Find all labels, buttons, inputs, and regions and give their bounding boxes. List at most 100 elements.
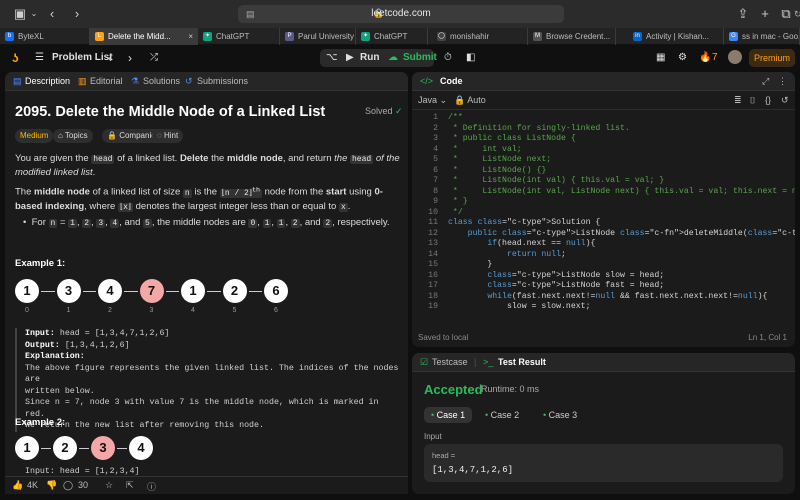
hint-label: Hint xyxy=(164,131,179,140)
tab-overview-icon[interactable]: ⧉ xyxy=(780,6,792,22)
example-1-title: Example 1: xyxy=(15,258,66,269)
list-arrow xyxy=(41,291,55,292)
code-panel-header: </> Code ⤢ ⋮ xyxy=(412,72,795,91)
sidebar-toggle-icon[interactable]: ▣ xyxy=(12,6,28,22)
browser-tab[interactable]: Gss in mac - Goo... xyxy=(724,28,800,45)
auto-mode-toggle[interactable]: 🔒 Auto xyxy=(454,91,486,110)
more-icon[interactable]: ⋮ xyxy=(778,72,787,91)
problem-list-link[interactable]: Problem List xyxy=(52,50,113,66)
case-3-tab[interactable]: • Case 3 xyxy=(536,407,584,423)
next-problem-icon[interactable]: › xyxy=(128,50,132,66)
leetcode-logo-icon[interactable]: ʖ xyxy=(12,50,19,66)
browser-tab-label: ChatGPT xyxy=(216,32,250,41)
browser-tab[interactable]: M Browse Credent... xyxy=(528,28,616,45)
browser-tab[interactable]: L Delete the Midd... × xyxy=(90,28,198,45)
case-dot-icon: • xyxy=(431,410,435,420)
reset-icon[interactable]: ↺ xyxy=(781,91,789,110)
favicon-icon: in xyxy=(633,32,642,41)
browser-tab-label: ByteXL xyxy=(18,32,44,41)
tab-testcase[interactable]: Testcase xyxy=(432,353,468,372)
case-dot-icon: • xyxy=(485,410,489,420)
input-value: [1,3,4,7,1,2,6] xyxy=(432,465,514,475)
expand-icon[interactable]: ⤢ xyxy=(762,72,769,91)
chevron-down-icon: ⌄ xyxy=(439,95,448,105)
tab-solutions[interactable]: Solutions xyxy=(143,72,180,91)
difficulty-badge[interactable]: Medium xyxy=(15,129,54,143)
favicon-icon: M xyxy=(533,32,542,41)
code-text: * Definition for singly-linked list. xyxy=(448,123,630,133)
close-icon[interactable]: × xyxy=(188,28,193,45)
shuffle-icon[interactable]: ⤮ xyxy=(150,50,158,66)
problem-bullet: • For n = 1, 2, 3, 4, and 5, the middle … xyxy=(23,217,390,228)
problem-list-icon[interactable]: ☰ xyxy=(35,50,44,66)
browser-tab[interactable]: ✦ ChatGPT xyxy=(198,28,280,45)
tab-submissions[interactable]: Submissions xyxy=(197,72,248,91)
saved-status: Saved to local xyxy=(418,333,469,342)
code-text: /** xyxy=(448,113,463,122)
run-button[interactable]: Run xyxy=(360,50,379,66)
browser-tab[interactable]: b ByteXL xyxy=(0,28,90,45)
solved-label: Solved xyxy=(365,106,393,116)
browser-tab[interactable]: P Parul University xyxy=(280,28,356,45)
tab-test-result[interactable]: Test Result xyxy=(498,353,546,372)
avatar[interactable] xyxy=(728,50,742,64)
run-icon[interactable]: ▶ xyxy=(346,50,354,66)
share-icon[interactable]: ⇱ xyxy=(126,480,134,491)
browser-tab[interactable]: ◯ monishahir xyxy=(432,28,528,45)
star-icon[interactable]: ☆ xyxy=(105,480,113,491)
debug-icon[interactable]: ⌥ xyxy=(326,50,338,66)
address-bar[interactable]: ▤ 🔒 leetcode.com ↻ xyxy=(238,5,800,23)
solved-status: Solved ✓ xyxy=(365,106,403,117)
help-icon[interactable]: ⓘ xyxy=(147,480,156,493)
submit-button[interactable]: Submit xyxy=(403,50,437,66)
leetcode-toolbar: ʖ ☰ Problem List ‹ › ⤮ ⌥ ▶ Run ☁ Submit … xyxy=(0,45,800,71)
bookmark-icon[interactable]: ⌷ xyxy=(750,91,755,110)
share-icon[interactable]: ⇪ xyxy=(737,6,749,22)
premium-button[interactable]: Premium xyxy=(749,49,795,67)
language-select[interactable]: Java ⌄ xyxy=(418,91,447,110)
example-2-input-partial: Input: head = [1,2,3,4] xyxy=(25,467,140,476)
case-2-tab[interactable]: • Case 2 xyxy=(478,407,526,423)
like-icon[interactable]: 👍 xyxy=(12,480,23,491)
description-tabs: ▤ Description ▥ Editorial ⚗ Solutions ↺ … xyxy=(5,72,408,91)
dislike-icon[interactable]: 👎 xyxy=(46,480,57,491)
code-editor[interactable]: 1 /** 2 * Definition for singly-linked lis… xyxy=(412,113,795,326)
streak-count[interactable]: 7 xyxy=(712,50,718,66)
submit-icon[interactable]: ☁ xyxy=(388,50,398,66)
tab-editorial[interactable]: Editorial xyxy=(90,72,123,91)
case-1-tab[interactable]: • Case 1 xyxy=(424,407,473,423)
browser-tab[interactable]: in Activity | Kishan... xyxy=(628,28,724,45)
line-number: 6 xyxy=(433,165,438,175)
run-submit-group: ⌥ ▶ Run ☁ Submit xyxy=(320,49,437,67)
hint-badge[interactable]: ◌ Hint xyxy=(152,129,184,143)
browser-tab[interactable]: ✦ ChatGPT xyxy=(356,28,428,45)
braces-icon[interactable]: {} xyxy=(765,91,771,110)
reload-icon[interactable]: ↻ xyxy=(794,9,800,20)
line-number: 2 xyxy=(433,123,438,133)
notes-icon[interactable]: ≣ xyxy=(734,91,742,110)
topics-badge[interactable]: ⌂ Topics xyxy=(53,129,93,143)
editorial-tab-icon: ▥ xyxy=(78,76,87,86)
back-icon[interactable]: ‹ xyxy=(46,6,58,22)
case-dot-icon: • xyxy=(543,410,547,420)
problem-paragraph-1: You are given the head of a linked list.… xyxy=(15,153,400,178)
settings-icon[interactable]: ⚙ xyxy=(678,50,687,66)
list-arrow xyxy=(207,291,221,292)
notes-icon[interactable]: ◧ xyxy=(466,50,475,66)
layout-icon[interactable]: ▦ xyxy=(656,50,665,66)
forward-icon[interactable]: › xyxy=(71,6,83,22)
list-node: 4 xyxy=(98,279,122,303)
node-index: 3 xyxy=(149,307,154,314)
input-name: head = xyxy=(432,451,456,460)
code-tab[interactable]: Code xyxy=(440,72,463,91)
tab-description[interactable]: Description xyxy=(25,72,70,91)
comment-count[interactable]: 30 xyxy=(78,480,88,490)
timer-icon[interactable]: ⏱ xyxy=(444,50,452,66)
sidebar-chevron-icon[interactable]: ⌄ xyxy=(29,6,39,22)
new-tab-icon[interactable]: + xyxy=(759,6,771,22)
prev-problem-icon[interactable]: ‹ xyxy=(108,50,112,66)
line-number: 1 xyxy=(433,113,438,122)
comment-icon[interactable]: ◯ xyxy=(63,480,73,491)
code-text: class class="c-type">Solution { xyxy=(448,218,601,227)
like-count[interactable]: 4K xyxy=(27,480,38,490)
